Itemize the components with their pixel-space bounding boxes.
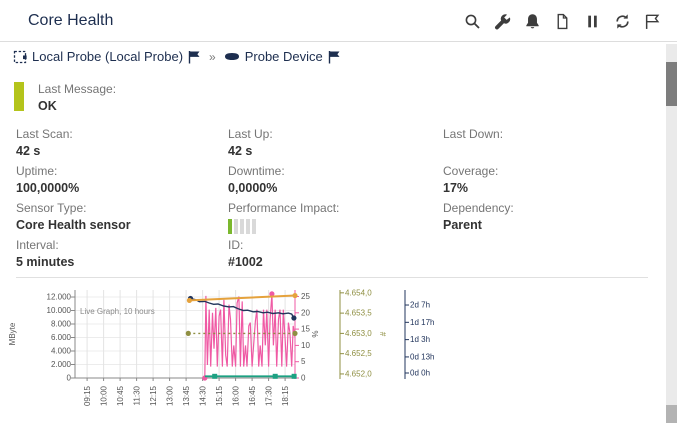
last-message-label: Last Message: [38, 82, 116, 96]
svg-text:8.000: 8.000 [51, 320, 72, 329]
svg-text:12.000: 12.000 [47, 293, 72, 302]
svg-text:14:30: 14:30 [199, 385, 208, 406]
svg-text:0d 0h: 0d 0h [410, 368, 430, 377]
svg-text:4.652,5: 4.652,5 [345, 349, 372, 358]
wrench-icon[interactable] [494, 13, 511, 30]
live-graph-canvas: 09:15 10:00 10:45 11:30 12:15 13:00 13:45 14:30… [5, 283, 465, 423]
svg-text:4.653,5: 4.653,5 [345, 309, 372, 318]
svg-text:4.654,0: 4.654,0 [345, 288, 372, 297]
flag-icon [188, 50, 201, 64]
svg-text:12:15: 12:15 [149, 385, 158, 406]
svg-text:10.000: 10.000 [47, 306, 72, 315]
flag-icon [328, 50, 341, 64]
svg-text:15:15: 15:15 [215, 385, 224, 406]
stat-id: ID: #1002 [228, 238, 443, 275]
breadcrumb-probe-label: Local Probe (Local Probe) [32, 49, 183, 64]
svg-text:25: 25 [301, 292, 310, 301]
svg-text:1d 3h: 1d 3h [410, 335, 430, 344]
pause-icon[interactable] [584, 13, 601, 30]
svg-text:4.653,0: 4.653,0 [345, 329, 372, 338]
svg-text:1d 17h: 1d 17h [410, 318, 434, 327]
header-toolbar [464, 13, 661, 30]
svg-text:#: # [379, 331, 388, 336]
page-title: Core Health [28, 12, 113, 30]
live-graph: 09:15 10:00 10:45 11:30 12:15 13:00 13:45 14:30… [5, 283, 465, 423]
svg-text:17:30: 17:30 [265, 385, 274, 406]
window-header: Core Health [0, 0, 677, 42]
notifications-bell-icon[interactable] [524, 13, 541, 30]
svg-text:2.000: 2.000 [51, 360, 72, 369]
stat-coverage: Coverage: 17% [443, 164, 648, 201]
breadcrumb-probe-link[interactable]: Local Probe (Local Probe) [32, 49, 183, 64]
svg-text:13:45: 13:45 [182, 385, 191, 406]
stat-last-up: Last Up: 42 s [228, 127, 443, 164]
sensor-stats-grid: Last Scan: 42 s Last Up: 42 s Last Down:… [16, 127, 648, 275]
svg-text:20: 20 [301, 308, 310, 317]
stat-sensor-type: Sensor Type: Core Health sensor [16, 201, 228, 238]
svg-text:16:45: 16:45 [248, 385, 257, 406]
last-message-value: OK [38, 99, 116, 113]
svg-text:10:00: 10:00 [100, 385, 109, 406]
section-divider [16, 277, 648, 278]
vertical-scrollbar-thumb[interactable] [666, 62, 677, 106]
stat-downtime: Downtime: 0,0000% [228, 164, 443, 201]
breadcrumb-device-label: Probe Device [245, 49, 323, 64]
breadcrumb: Local Probe (Local Probe) » Probe Device [13, 49, 341, 64]
search-icon[interactable] [464, 13, 481, 30]
svg-text:2d 7h: 2d 7h [410, 301, 430, 310]
stat-last-scan: Last Scan: 42 s [16, 127, 228, 164]
stat-dependency: Dependency: Parent [443, 201, 648, 238]
svg-text:09:15: 09:15 [83, 385, 92, 406]
svg-text:5: 5 [301, 357, 306, 366]
svg-text:0d 13h: 0d 13h [410, 352, 434, 361]
svg-text:0: 0 [67, 374, 72, 383]
svg-text:4.652,0: 4.652,0 [345, 369, 372, 378]
live-graph-title: Live Graph, 10 hours [80, 307, 155, 316]
probe-group-icon [13, 50, 27, 64]
document-icon[interactable] [554, 13, 571, 30]
svg-text:13:00: 13:00 [166, 385, 175, 406]
svg-text:15: 15 [301, 325, 310, 334]
flag-icon[interactable] [644, 13, 661, 30]
svg-text:4.000: 4.000 [51, 347, 72, 356]
breadcrumb-separator: » [206, 50, 219, 64]
svg-text:11:30: 11:30 [133, 385, 142, 405]
status-color-bar [14, 82, 24, 111]
svg-text:10:45: 10:45 [116, 385, 125, 406]
stat-interval: Interval: 5 minutes [16, 238, 228, 275]
svg-text:6.000: 6.000 [51, 333, 72, 342]
svg-text:MByte: MByte [8, 322, 17, 345]
stat-last-down: Last Down: [443, 127, 648, 164]
svg-text:%: % [311, 330, 320, 337]
breadcrumb-device-link[interactable]: Probe Device [245, 49, 323, 64]
svg-text:18:15: 18:15 [281, 385, 290, 406]
svg-text:16:00: 16:00 [232, 385, 241, 406]
last-message-block: Last Message: OK [14, 82, 116, 113]
stat-uptime: Uptime: 100,0000% [16, 164, 228, 201]
performance-impact-bars [228, 219, 443, 234]
svg-text:10: 10 [301, 341, 310, 350]
refresh-icon[interactable] [614, 13, 631, 30]
device-icon [224, 52, 240, 61]
svg-text:0: 0 [301, 374, 306, 383]
stat-performance-impact: Performance Impact: [228, 201, 443, 238]
vertical-scrollbar-bottom [666, 405, 677, 423]
